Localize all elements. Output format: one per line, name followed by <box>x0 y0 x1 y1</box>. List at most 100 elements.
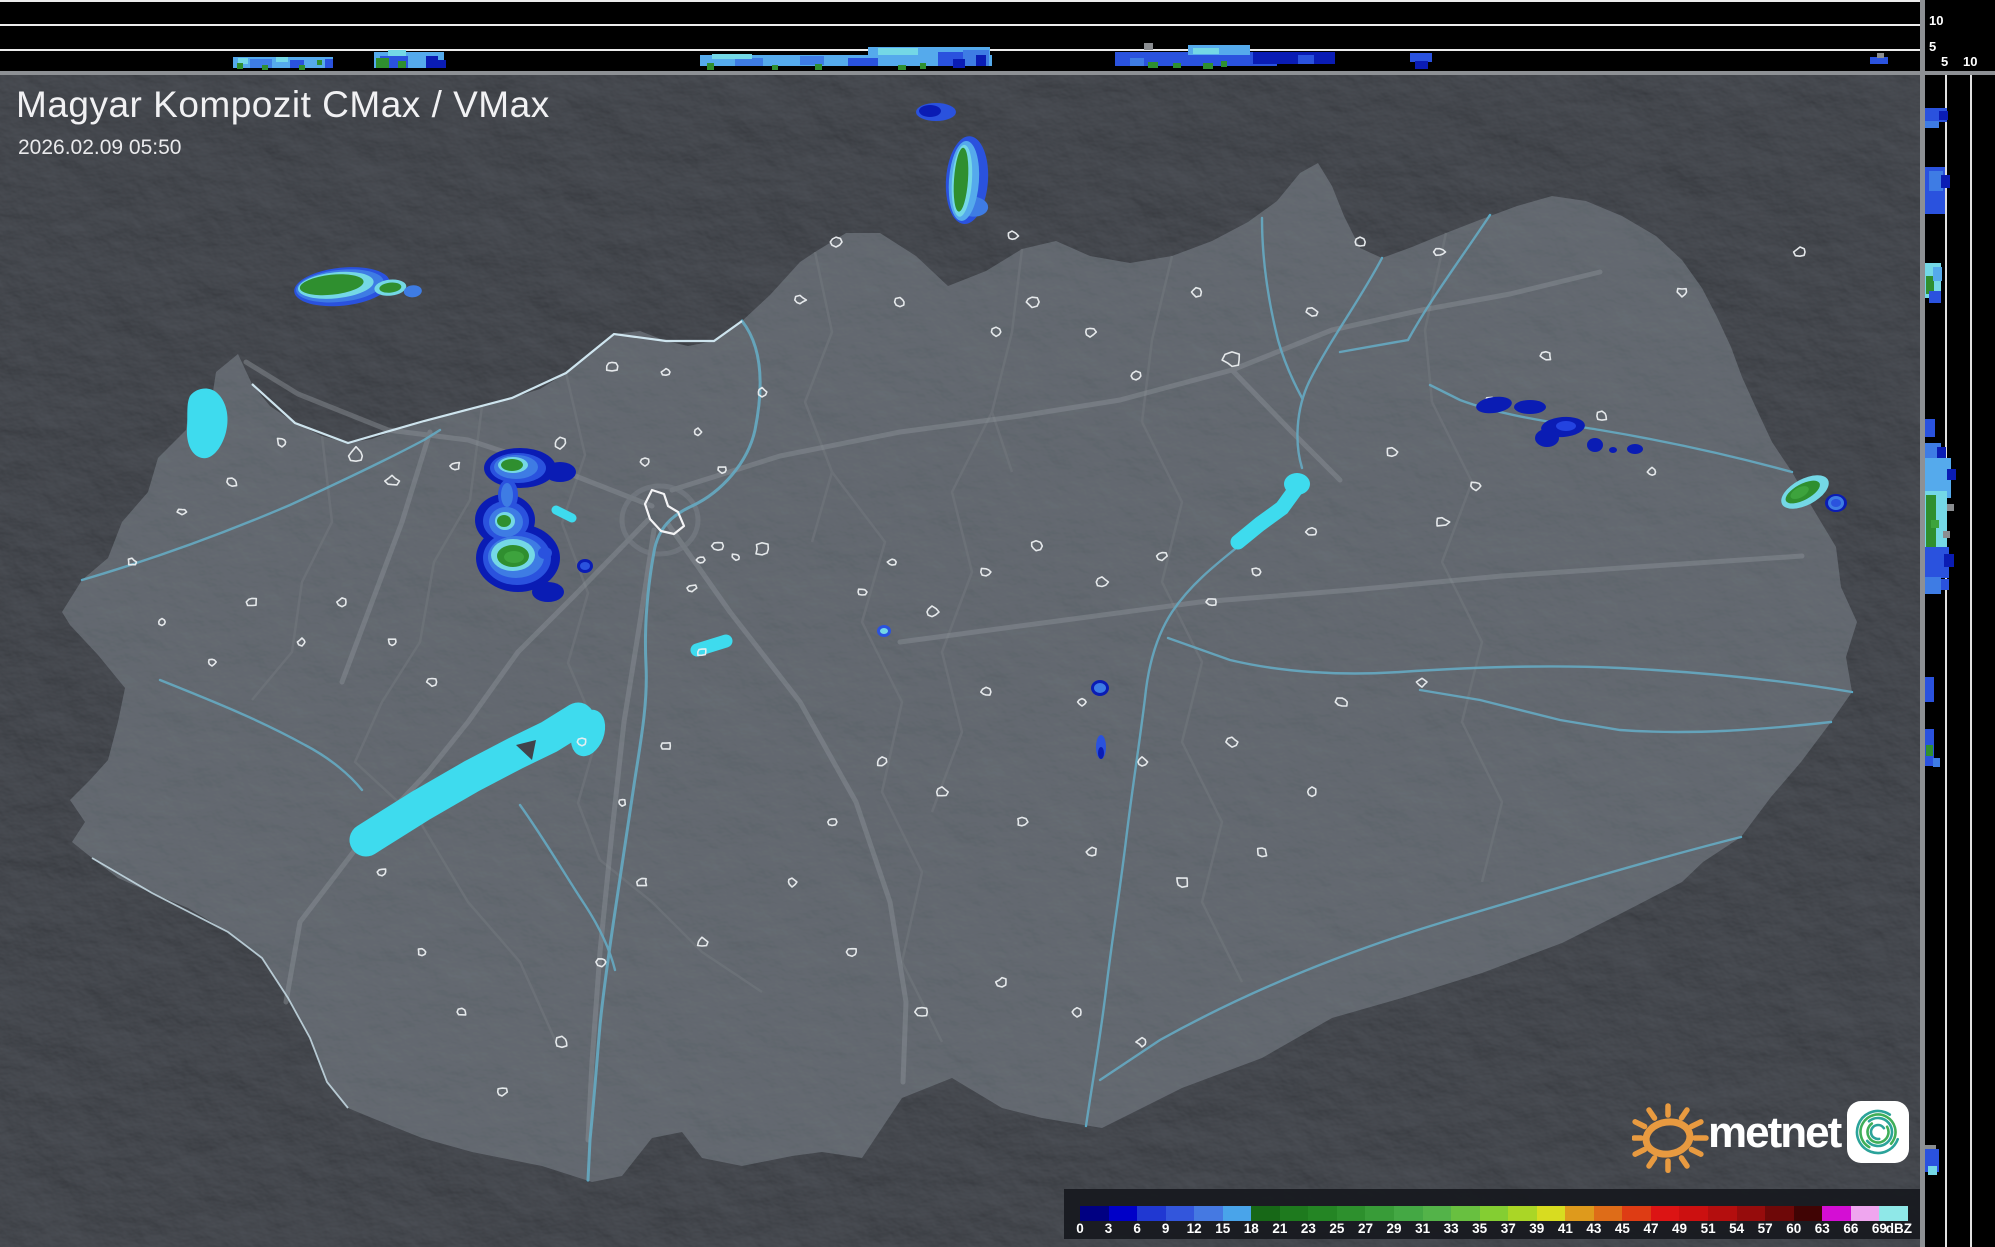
echo-cell <box>1933 267 1942 281</box>
echo-cell <box>1193 48 1219 54</box>
gridline-5km-vertical <box>1945 75 1947 1247</box>
echo-cell <box>878 48 918 55</box>
top-axis-10km-label: 10 <box>1929 13 1944 28</box>
echo-cell <box>237 63 243 69</box>
dbz-tick-label: 6 <box>1133 1221 1141 1236</box>
echo-cell <box>438 60 446 68</box>
echo-cell <box>898 65 906 70</box>
dbz-color-block <box>1336 1206 1366 1221</box>
dbz-tick-label: 51 <box>1700 1221 1716 1236</box>
echo-cell <box>735 58 763 66</box>
dbz-tick-label: 60 <box>1786 1221 1802 1236</box>
echo-cell <box>262 65 268 70</box>
dbz-color-block <box>1822 1206 1851 1221</box>
dbz-tick-label: 3 <box>1104 1221 1113 1236</box>
dbz-color-block <box>1394 1206 1423 1221</box>
echo-cell <box>815 64 822 70</box>
gridline-15km <box>0 0 1920 2</box>
echo-cell <box>1148 62 1158 68</box>
dbz-tick-label: 12 <box>1186 1221 1202 1236</box>
dbz-color-block <box>1736 1206 1766 1221</box>
echo-cell <box>1203 63 1213 69</box>
dbz-tick-label: 57 <box>1757 1221 1773 1236</box>
dbz-tick-label: 41 <box>1557 1221 1573 1236</box>
echo-cell <box>712 54 752 59</box>
axis-corner-panel: 10 5 5 10 <box>1925 0 1995 71</box>
top-axis-5km-label: 5 <box>1929 39 1937 54</box>
echo-cell <box>1925 121 1939 128</box>
dbz-tick-label: 15 <box>1215 1221 1231 1236</box>
echo-cell <box>1931 520 1939 528</box>
dbz-color-block <box>1165 1206 1195 1221</box>
echo-cell <box>772 65 778 70</box>
metnet-app-icon <box>1847 1101 1909 1163</box>
dbz-color-block <box>1508 1206 1537 1221</box>
echo-cell <box>1941 175 1950 188</box>
gridline-10km-vertical <box>1970 75 1972 1247</box>
echo-cell <box>376 58 389 68</box>
echo-cell <box>250 59 272 68</box>
dbz-color-block <box>1222 1206 1252 1221</box>
dbz-color-block <box>1879 1206 1908 1221</box>
dbz-tick-label: 23 <box>1300 1221 1316 1236</box>
dbz-tick-label: 25 <box>1329 1221 1345 1236</box>
dbz-color-block <box>1536 1206 1566 1221</box>
dbz-color-block <box>1451 1206 1480 1221</box>
dbz-tick-label: 45 <box>1614 1221 1630 1236</box>
dbz-color-block <box>1279 1206 1309 1221</box>
dbz-color-block <box>1365 1206 1395 1221</box>
echo-cell <box>1928 1166 1937 1175</box>
echo-cell <box>1870 57 1888 64</box>
dbz-color-block <box>1650 1206 1680 1221</box>
echo-cell <box>426 56 438 68</box>
dbz-color-block <box>1679 1206 1709 1221</box>
dbz-tick-label: 18 <box>1243 1221 1259 1236</box>
dbz-tick-label: 31 <box>1415 1221 1431 1236</box>
dbz-tick-label: 29 <box>1386 1221 1402 1236</box>
echo-cell <box>1173 63 1181 68</box>
dbz-tick-label: 47 <box>1643 1221 1659 1236</box>
echo-cell <box>1939 111 1948 120</box>
radar-composite-screen: 10 5 5 10 Magyar Kompozit CMax / VMax 20… <box>0 0 1995 1247</box>
metnet-logo: metnet <box>1632 1096 1914 1180</box>
observation-timestamp: 2026.02.09 05:50 <box>18 136 182 159</box>
dbz-tick-label: 66 <box>1843 1221 1859 1236</box>
horizontal-divider <box>0 71 1995 75</box>
echo-cell <box>1320 57 1331 64</box>
echo-cell <box>1221 61 1227 67</box>
echo-cell <box>299 65 305 70</box>
dbz-color-block <box>1708 1206 1737 1221</box>
echo-cell <box>848 58 878 66</box>
dbz-tick-label: 49 <box>1672 1221 1688 1236</box>
echo-cell <box>276 57 288 62</box>
echo-cell <box>1944 554 1954 567</box>
sun-icon <box>1632 1103 1709 1174</box>
dbz-color-block <box>1108 1206 1138 1221</box>
echo-cell <box>953 59 965 68</box>
echo-cell <box>1298 55 1314 64</box>
right-axis-10km-label: 10 <box>1963 54 1978 69</box>
dbz-tick-label: 21 <box>1272 1221 1288 1236</box>
dbz-color-block <box>1080 1206 1109 1221</box>
echo-cell <box>920 63 926 69</box>
dbz-tick-label: 0 <box>1076 1221 1084 1236</box>
dbz-tick-label: 39 <box>1529 1221 1545 1236</box>
gridline-10km <box>0 24 1920 26</box>
echo-cell <box>1926 745 1933 756</box>
hungary-radar-map <box>0 73 1920 1247</box>
dbz-tick-label: 9 <box>1161 1221 1170 1236</box>
echo-cell <box>1933 758 1940 767</box>
page-title: Magyar Kompozit CMax / VMax <box>16 84 550 125</box>
echo-cell <box>1925 677 1934 702</box>
dbz-tick-label: 27 <box>1357 1221 1374 1236</box>
dbz-color-block <box>1308 1206 1337 1221</box>
dbz-color-block <box>1850 1206 1880 1221</box>
dbz-tick-label: 37 <box>1500 1221 1516 1236</box>
dbz-tick-label: 43 <box>1586 1221 1602 1236</box>
dbz-color-block <box>1137 1206 1166 1221</box>
echo-cell <box>1415 61 1428 69</box>
dbz-tick-label: 63 <box>1814 1221 1830 1236</box>
echo-cell <box>1947 469 1956 480</box>
echo-cell <box>1947 504 1954 511</box>
dbz-colorbar <box>1080 1206 1908 1221</box>
